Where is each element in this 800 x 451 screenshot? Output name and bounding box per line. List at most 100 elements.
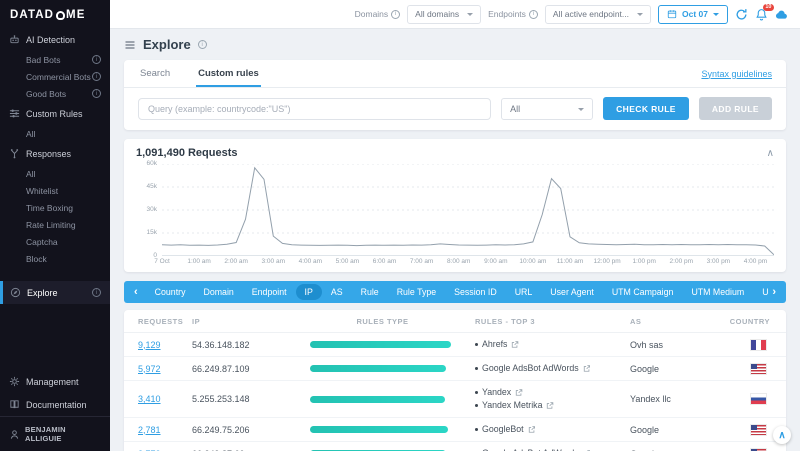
sidebar-section-header-ai-detection[interactable]: AI Detection [0, 28, 110, 51]
calendar-icon [667, 10, 677, 19]
dimension-tab-endpoint[interactable]: Endpoint [243, 284, 296, 300]
page-header: Explore [124, 37, 786, 52]
chevron-left-icon[interactable]: ‹ [130, 286, 142, 298]
dimension-tab-utm[interactable]: UTM [753, 284, 768, 300]
sidebar-section-header-responses[interactable]: Responses [0, 142, 110, 165]
user-icon [9, 429, 20, 440]
dimension-tab-ip[interactable]: IP [295, 284, 322, 300]
book-icon [9, 399, 20, 410]
country-cell [715, 394, 786, 404]
add-rule-button[interactable]: ADD RULE [698, 97, 772, 120]
sidebar-item-label: Documentation [26, 399, 87, 410]
gear-icon [9, 376, 20, 387]
as-cell: Yandex llc [630, 394, 671, 404]
sidebar-section-responses: Responses All Whitelist Time Boxing Rate… [0, 142, 110, 267]
dimension-tab-country[interactable]: Country [146, 284, 195, 300]
cloud-status-button[interactable] [775, 8, 788, 21]
dimension-tab-user-agent[interactable]: User Agent [541, 284, 603, 300]
dimension-tab-url[interactable]: URL [506, 284, 542, 300]
notifications-button[interactable]: 10 [755, 3, 774, 21]
x-axis-label: 1:00 pm [632, 258, 656, 265]
sidebar-footer: Management Documentation BENJAMIN ALLIGU… [0, 370, 110, 451]
date-value: Oct 07 [682, 9, 708, 19]
x-axis-label: 3:00 am [261, 258, 286, 265]
chevron-right-icon[interactable]: › [768, 286, 780, 298]
rule-filter-select[interactable]: All [501, 97, 594, 120]
bullet-icon [475, 428, 478, 431]
x-axis-label: 6:00 am [372, 258, 397, 265]
col-rules-top3: RULES - TOP 3 [475, 317, 535, 326]
sidebar-item-management[interactable]: Management [0, 370, 110, 393]
requests-link[interactable]: 2,781 [138, 425, 161, 435]
external-link-icon[interactable] [511, 340, 519, 349]
search-card: Search Custom rules Syntax guidelines Al… [124, 60, 786, 130]
dimension-tab-rule-type[interactable]: Rule Type [388, 284, 445, 300]
chart-card: 1,091,490 Requests ∧ 0 15k 30k 45k 60k 7 Oct… [124, 139, 786, 272]
syntax-guidelines-link[interactable]: Syntax guidelines [701, 69, 772, 79]
requests-link[interactable]: 5,972 [138, 364, 161, 374]
external-link-icon[interactable] [528, 425, 536, 434]
sidebar-section-header-custom-rules[interactable]: Custom Rules [0, 102, 110, 125]
sidebar-item-captcha[interactable]: Captcha [0, 233, 110, 250]
logo: DATAD ME [0, 0, 110, 28]
dimension-tab-session-id[interactable]: Session ID [445, 284, 506, 300]
table-row[interactable]: 2,772 66.249.87.60 Google AdsBot AdWords… [124, 442, 786, 451]
search-tabs: Search Custom rules Syntax guidelines [124, 60, 786, 88]
query-input[interactable] [138, 97, 492, 120]
external-link-icon[interactable] [515, 388, 523, 397]
dimension-tab-as[interactable]: AS [322, 284, 352, 300]
sidebar-item-block[interactable]: Block [0, 250, 110, 267]
requests-link[interactable]: 3,410 [138, 394, 161, 404]
y-axis-label: 15k [146, 229, 157, 236]
dimension-tab-utm-medium[interactable]: UTM Medium [682, 284, 753, 300]
sidebar-item-commercial-bots[interactable]: Commercial Bots [0, 68, 110, 85]
external-link-icon[interactable] [546, 401, 554, 410]
refresh-icon [736, 8, 747, 20]
ip-cell: 54.36.148.182 [192, 339, 250, 350]
robot-icon [9, 34, 20, 45]
dimension-tab-utm-campaign[interactable]: UTM Campaign [603, 284, 683, 300]
chevron-down-icon [578, 107, 585, 114]
refresh-button[interactable] [735, 8, 748, 21]
sidebar-item-whitelist[interactable]: Whitelist [0, 182, 110, 199]
dimension-tab-rule[interactable]: Rule [352, 284, 388, 300]
table-row[interactable]: 5,972 66.249.87.109 Google AdsBot AdWord… [124, 357, 786, 381]
chevron-up-icon[interactable]: ∧ [767, 148, 774, 159]
sidebar-item-rate-limiting[interactable]: Rate Limiting [0, 216, 110, 233]
app-root: DATAD ME AI Detection Bad Bots Commercia… [0, 0, 800, 451]
date-picker-button[interactable]: Oct 07 [658, 4, 728, 24]
col-ip: IP [192, 317, 201, 326]
rules-top3-cell: Yandex Yandex Metrika [475, 386, 630, 412]
endpoints-select[interactable]: All active endpoint... [544, 4, 651, 24]
tab-custom-rules[interactable]: Custom rules [196, 60, 261, 87]
sidebar-section-label: AI Detection [26, 34, 76, 45]
requests-link[interactable]: 9,129 [138, 340, 161, 350]
x-axis-label: 12:00 pm [593, 258, 621, 265]
dimension-tab-domain[interactable]: Domain [194, 284, 242, 300]
sidebar-item-time-boxing[interactable]: Time Boxing [0, 199, 110, 216]
check-rule-button[interactable]: CHECK RULE [603, 97, 689, 120]
table-row[interactable]: 2,781 66.249.75.206 GoogleBot Google [124, 418, 786, 442]
sidebar-item-all[interactable]: All [0, 125, 110, 142]
rule-name: Google AdsBot AdWords [482, 363, 579, 373]
tab-search[interactable]: Search [138, 60, 172, 87]
sidebar-item-explore[interactable]: Explore [0, 281, 110, 304]
sidebar-item-documentation[interactable]: Documentation [0, 393, 110, 416]
endpoints-label: Endpoints [488, 9, 538, 19]
requests-cell: 2,781 [124, 425, 192, 435]
sidebar-item-label: Explore [27, 287, 58, 298]
sidebar-item-all[interactable]: All [0, 165, 110, 182]
scroll-top-button[interactable]: ∧ [773, 426, 791, 444]
sidebar-item-bad-bots[interactable]: Bad Bots [0, 51, 110, 68]
sidebar-item-good-bots[interactable]: Good Bots [0, 85, 110, 102]
external-link-icon[interactable] [583, 364, 591, 373]
rule-entry: Ahrefs [475, 338, 630, 351]
menu-toggle-icon[interactable] [124, 39, 136, 51]
domains-select[interactable]: All domains [407, 4, 482, 24]
col-as: AS [630, 317, 642, 326]
user-menu[interactable]: BENJAMIN ALLIGUIE [0, 416, 110, 451]
dimension-tabs: ‹ Country Domain Endpoint IP AS Rule Rule Type… [124, 281, 786, 303]
table-row[interactable]: 3,410 5.255.253.148 Yandex Yandex Metrik… [124, 381, 786, 418]
country-cell [715, 363, 786, 374]
table-row[interactable]: 9,129 54.36.148.182 Ahrefs Ovh sas [124, 333, 786, 357]
